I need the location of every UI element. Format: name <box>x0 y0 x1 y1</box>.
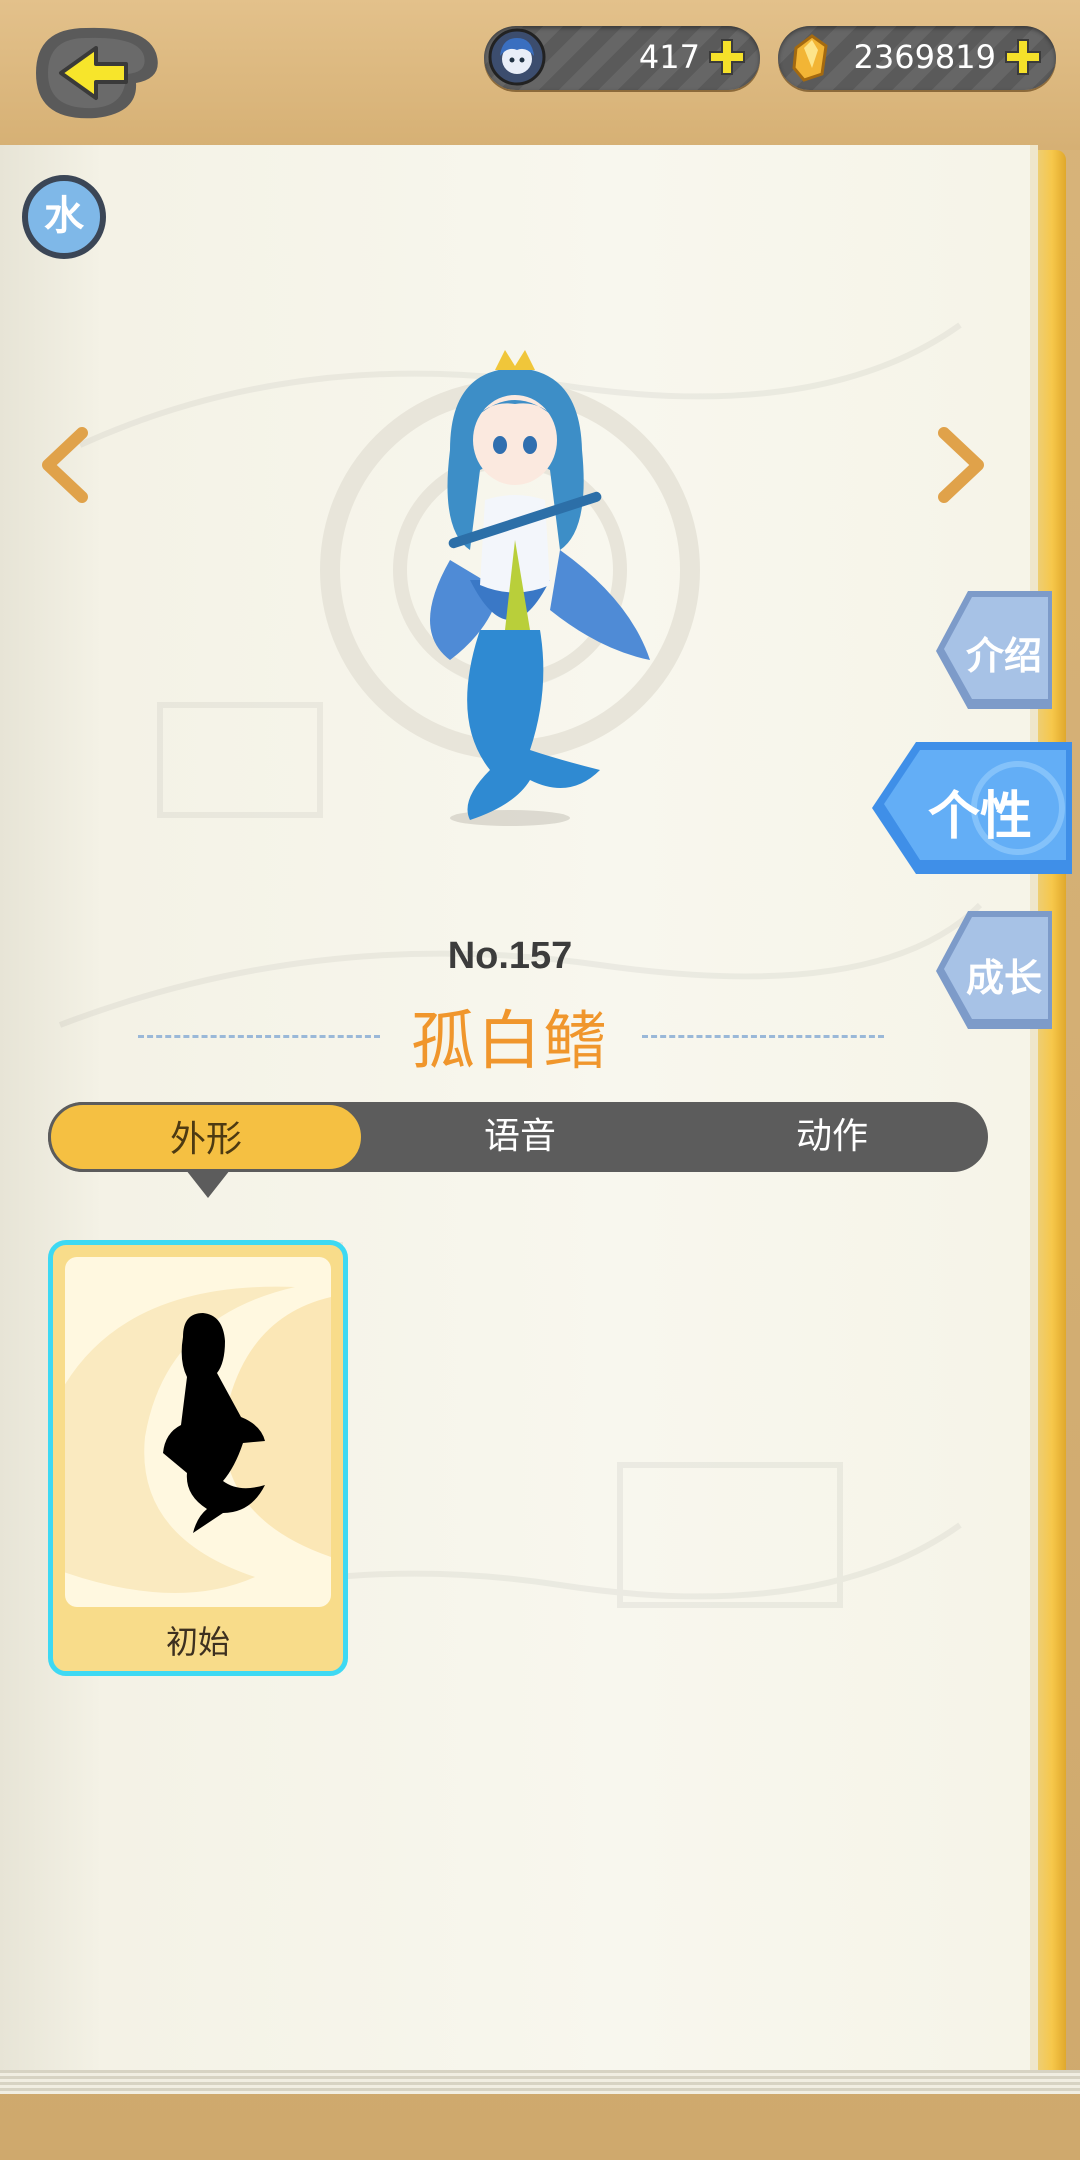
skin-card-preview <box>65 1257 331 1607</box>
avatar-currency-value: 417 <box>638 38 700 76</box>
side-tab-growth-label: 成长 <box>966 956 1043 1000</box>
side-tab-personality-label: 个性 <box>928 787 1033 847</box>
water-element-badge: 水 <box>22 175 106 259</box>
monster-silhouette-icon <box>65 1286 331 1593</box>
active-tab-pointer <box>186 1170 230 1198</box>
side-tab-intro-label: 介绍 <box>966 634 1043 678</box>
tab-voice[interactable]: 语音 <box>364 1102 676 1172</box>
category-tab-bar: 外形 语音 动作 <box>48 1102 988 1172</box>
tab-action[interactable]: 动作 <box>676 1102 988 1172</box>
skin-card-initial[interactable]: 初始 <box>48 1240 348 1676</box>
monster-name: 孤白鳍 <box>411 1005 609 1079</box>
book-page-bottom <box>0 2070 1080 2094</box>
gold-crystal-icon <box>792 34 828 82</box>
gold-currency-value: 2369819 <box>853 38 996 76</box>
add-currency-button[interactable] <box>704 34 750 80</box>
character-avatar-icon <box>488 28 546 86</box>
name-divider-right <box>642 1035 884 1042</box>
back-button[interactable] <box>26 18 166 128</box>
side-tab-personality[interactable]: 个性 <box>868 738 1072 878</box>
add-gold-button[interactable] <box>1000 34 1046 80</box>
side-tab-intro[interactable]: 介绍 <box>932 585 1052 715</box>
skin-card-label: 初始 <box>165 1623 230 1661</box>
name-divider-left <box>138 1035 380 1042</box>
monster-model-display[interactable] <box>300 300 740 860</box>
next-monster-arrow-icon[interactable] <box>930 425 990 505</box>
side-tab-growth[interactable]: 成长 <box>932 905 1052 1035</box>
monster-number: No.157 <box>447 935 573 977</box>
gold-currency-counter: 2369819 <box>778 26 1056 90</box>
avatar-currency-counter: 417 <box>484 26 760 90</box>
mermaid-monster-figure <box>320 350 700 826</box>
tab-appearance[interactable]: 外形 <box>48 1102 364 1172</box>
back-arrow-icon <box>36 27 158 119</box>
previous-monster-arrow-icon[interactable] <box>36 425 96 505</box>
